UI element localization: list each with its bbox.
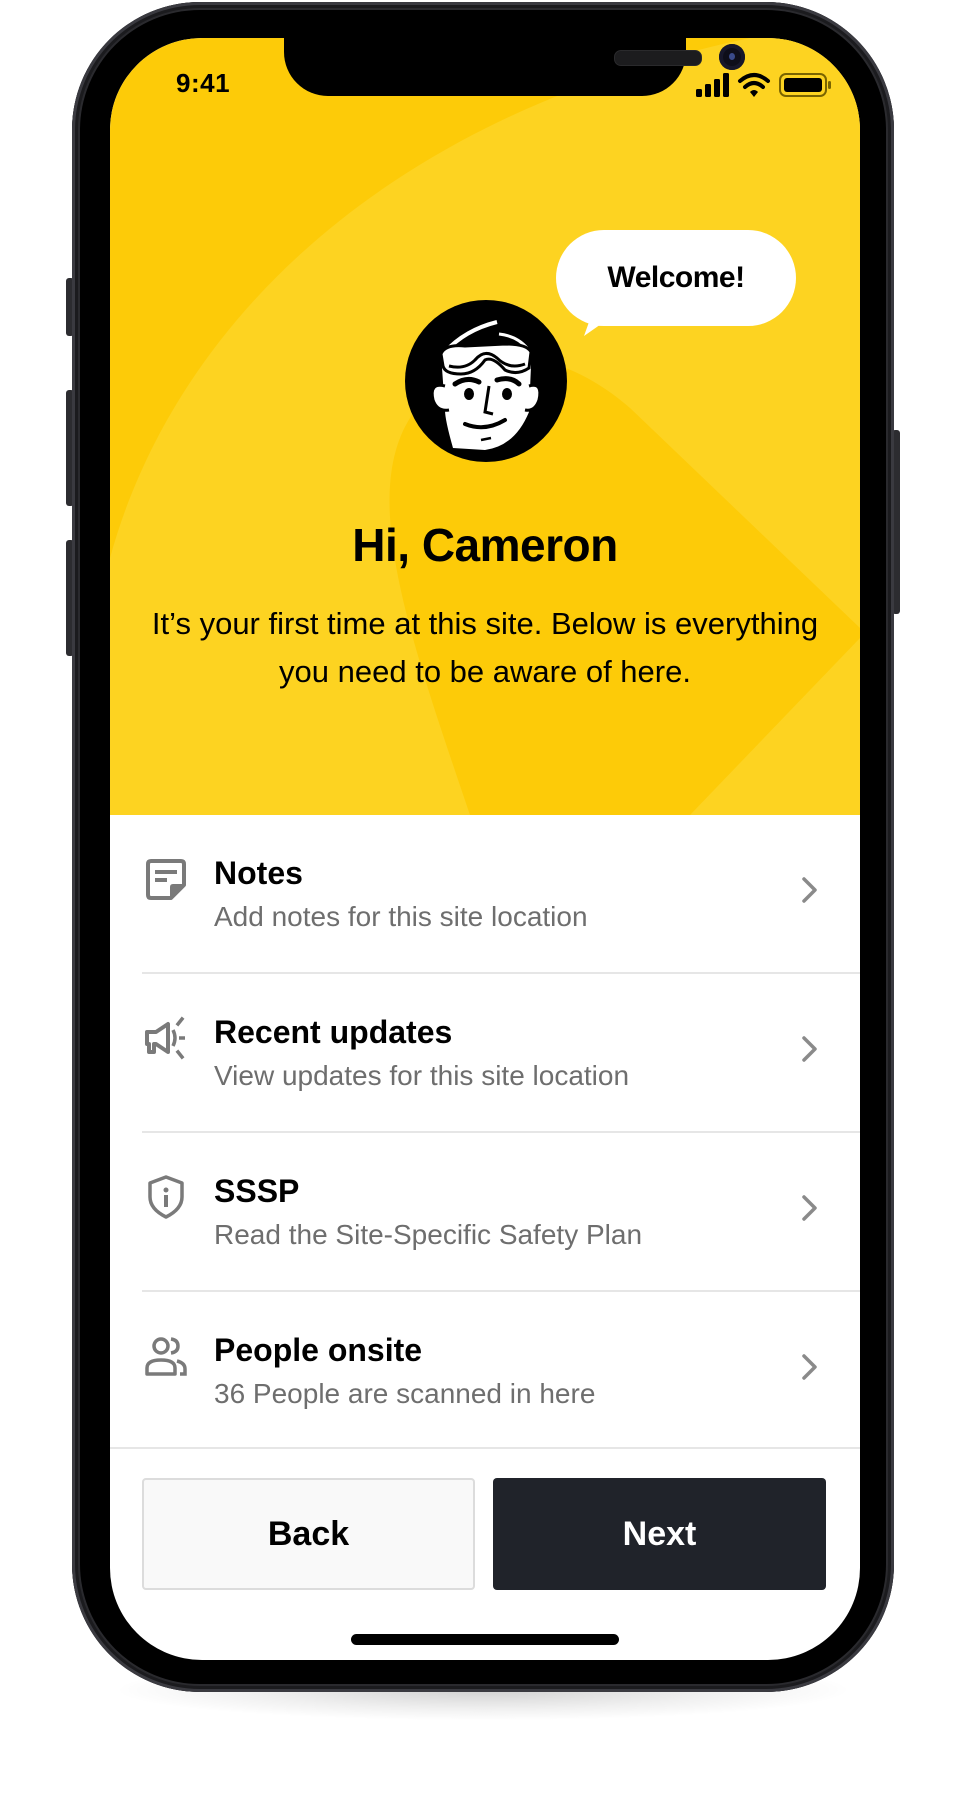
list-item-recent-updates[interactable]: Recent updates View updates for this sit… <box>110 974 860 1133</box>
greeting-title: Hi, Cameron <box>352 519 618 571</box>
welcome-hero: 9:41 Welcome! Hi, Cameron It’s your firs… <box>110 38 860 815</box>
welcome-bubble-text: Welcome! <box>607 261 745 294</box>
list-item-notes[interactable]: Notes Add notes for this site location <box>110 815 860 974</box>
device-notch <box>284 38 745 96</box>
list-item-subtitle: 36 People are scanned in here <box>214 1378 596 1409</box>
megaphone-icon <box>145 1016 185 1060</box>
list-item-subtitle: Add notes for this site location <box>214 901 588 932</box>
list-item-subtitle: View updates for this site location <box>214 1060 630 1091</box>
chevron-right-icon <box>802 1036 817 1062</box>
next-button[interactable]: Next <box>493 1478 826 1590</box>
back-button-label: Back <box>267 1514 350 1553</box>
list-item-title: Notes <box>214 855 303 891</box>
home-indicator[interactable] <box>351 1634 619 1645</box>
app-screen: 9:41 Welcome! Hi, Cameron It’s your firs… <box>110 38 860 1660</box>
worker-avatar <box>405 300 567 462</box>
footer-divider <box>110 1447 860 1449</box>
list-item-people-onsite[interactable]: People onsite 36 People are scanned in h… <box>110 1292 860 1451</box>
chevron-right-icon <box>802 1354 817 1380</box>
list-item-title: SSSP <box>214 1173 300 1209</box>
speech-bubble-tail <box>584 308 624 336</box>
earpiece-speaker <box>614 50 702 66</box>
shield-info-icon <box>148 1175 184 1219</box>
wifi-icon <box>738 73 770 97</box>
status-icons <box>696 73 831 97</box>
battery-icon <box>779 73 831 97</box>
list-item-subtitle: Read the Site-Specific Safety Plan <box>214 1219 643 1250</box>
list-item-title: Recent updates <box>214 1014 453 1050</box>
list-item-title: People onsite <box>214 1332 423 1368</box>
back-button[interactable]: Back <box>142 1478 475 1590</box>
notes-icon <box>146 859 186 900</box>
people-icon <box>145 1337 187 1376</box>
status-time: 9:41 <box>176 68 231 98</box>
greeting-subtitle: It’s your first time at this site. Below… <box>151 606 819 689</box>
next-button-label: Next <box>622 1514 697 1553</box>
chevron-right-icon <box>802 877 817 903</box>
chevron-right-icon <box>802 1195 817 1221</box>
front-camera <box>719 44 745 70</box>
signal-icon <box>696 73 729 97</box>
list-item-sssp[interactable]: SSSP Read the Site-Specific Safety Plan <box>110 1133 860 1292</box>
